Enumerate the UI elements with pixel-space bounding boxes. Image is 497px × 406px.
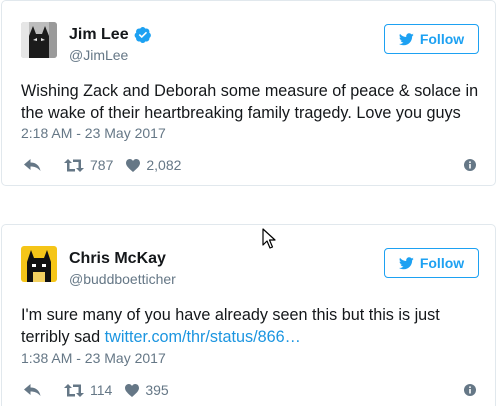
tweet-text: Wishing Zack and Deborah some measure of… (21, 82, 479, 122)
retweet-icon (64, 383, 84, 397)
handle[interactable]: @buddboetticher (69, 271, 176, 287)
reply-icon[interactable] (24, 384, 41, 396)
tweet-link[interactable]: twitter.com/thr/status/866… (105, 328, 301, 346)
retweet-count: 114 (90, 382, 113, 398)
display-name[interactable]: Chris McKay (69, 250, 166, 268)
info-icon[interactable] (463, 383, 477, 397)
heart-icon (125, 383, 140, 397)
mouse-cursor-icon (262, 228, 276, 250)
bird-icon (398, 32, 414, 45)
verified-icon (134, 26, 152, 44)
like-button[interactable]: 2,082 (126, 157, 181, 173)
like-button[interactable]: 395 (125, 382, 169, 398)
follow-button[interactable]: Follow (384, 24, 479, 54)
follow-button[interactable]: Follow (384, 248, 479, 278)
display-name[interactable]: Jim Lee (69, 26, 152, 44)
retweet-button[interactable]: 114 (64, 382, 112, 398)
tweet-text: I'm sure many of you have already seen t… (21, 304, 486, 348)
display-name-text[interactable]: Chris McKay (69, 250, 166, 268)
tweet-actions: 787 2,082 (24, 156, 477, 174)
avatar[interactable] (21, 246, 57, 282)
like-count: 395 (145, 382, 169, 398)
retweet-count: 787 (90, 157, 114, 173)
timestamp[interactable]: 2:18 AM - 23 May 2017 (21, 125, 166, 141)
tweet-card: Jim Lee @JimLee Follow Wishing Zack and … (1, 0, 496, 186)
handle[interactable]: @JimLee (69, 47, 128, 63)
retweet-button[interactable]: 787 (64, 157, 113, 173)
tweet-actions: 114 395 (24, 381, 477, 399)
tweet-card: Chris McKay @buddboetticher Follow I'm s… (1, 224, 496, 406)
info-icon[interactable] (463, 158, 477, 172)
timestamp[interactable]: 1:38 AM - 23 May 2017 (21, 350, 166, 366)
reply-icon[interactable] (24, 159, 41, 171)
avatar[interactable] (21, 22, 57, 58)
bird-icon (398, 256, 414, 269)
like-count: 2,082 (146, 157, 182, 173)
follow-button-label[interactable]: Follow (420, 255, 464, 271)
retweet-icon (64, 158, 84, 172)
display-name-text[interactable]: Jim Lee (69, 26, 129, 44)
heart-icon (126, 158, 141, 172)
follow-button-label[interactable]: Follow (420, 31, 464, 47)
